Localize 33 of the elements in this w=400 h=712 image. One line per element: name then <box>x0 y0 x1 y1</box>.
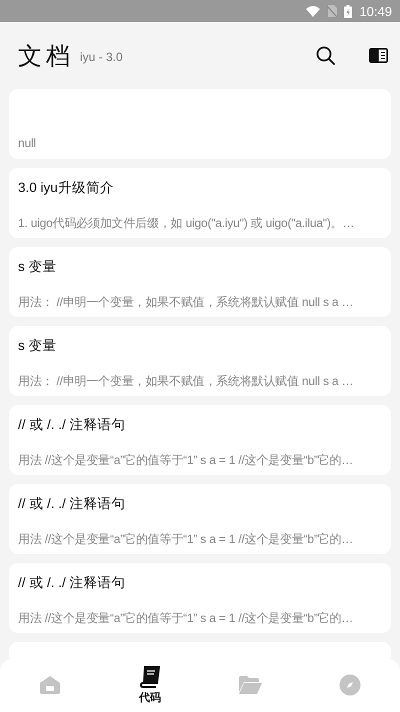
card-title: // 或 /. ./ 注释语句 <box>18 574 127 592</box>
no-sim-icon <box>327 5 338 17</box>
doc-card[interactable]: // 或 /. ./ 注释语句 用法 //这个是变量“a”它的值等于“1” s a = 1 //这个是变量“b”它的… <box>9 484 391 554</box>
doc-card[interactable]: s 变量 用法： //申明一个变量，如果不赋值，系统将默认赋值 null s a … <box>9 247 391 317</box>
battery-icon <box>344 4 352 18</box>
doc-card[interactable]: // 或 /. ./ 注释语句 用法 //这个是变量“a”它的值等于“1” s a = 1 //这个是变量“b”它的… <box>9 563 391 633</box>
wifi-icon <box>306 6 320 16</box>
card-title: 3.0 iyu升级简介 <box>18 179 115 197</box>
search-icon[interactable] <box>316 46 335 65</box>
doc-card[interactable]: // 或 /. ./ 注释语句 用法 //这个是变量“a”它的值等于“1” s a = 1 //这个是变量“b”它的… <box>9 405 391 475</box>
card-description: 1. uigo代码必须加文件后缀，如 uigo("a.iyu") 或 uigo("a.ilua")。… <box>18 215 356 232</box>
card-title: // 或 /. ./ 注释语句 <box>18 416 127 434</box>
page-subtitle: iyu - 3.0 <box>80 50 123 64</box>
card-description: 用法 //这个是变量“a”它的值等于“1” s a = 1 //这个是变量“b”它的… <box>18 531 354 548</box>
card-description: 用法： //申明一个变量，如果不赋值，系统将默认赋值 null s a … <box>18 294 354 311</box>
home-icon <box>39 675 61 695</box>
book-icon <box>140 666 160 688</box>
panel-icon[interactable] <box>369 48 388 63</box>
card-description: 用法 //这个是变量“a”它的值等于“1” s a = 1 //这个是变量“b”它的… <box>18 452 354 469</box>
doc-card[interactable]: null <box>9 89 391 159</box>
doc-card[interactable]: s 变量 用法： //申明一个变量，如果不赋值，系统将默认赋值 null s a … <box>9 326 391 396</box>
card-title: s 变量 <box>18 337 58 355</box>
compass-icon <box>339 674 361 696</box>
page-title: 文档 <box>18 42 74 72</box>
folder-icon <box>238 676 262 694</box>
status-time: 10:49 <box>359 4 392 18</box>
card-title: s 变量 <box>18 258 58 276</box>
card-title: // 或 /. ./ 注释语句 <box>18 495 127 513</box>
nav-tab[interactable]: 代码 <box>120 666 180 704</box>
card-description: 用法 //这个是变量“a”它的值等于“1” s a = 1 //这个是变量“b”它的… <box>18 610 354 627</box>
card-description: 用法： //申明一个变量，如果不赋值，系统将默认赋值 null s a … <box>18 373 354 390</box>
doc-card[interactable]: 3.0 iyu升级简介 1. uigo代码必须加文件后缀，如 uigo("a.iyu") 或 uigo("a.ilua")。… <box>9 168 391 238</box>
card-description: null <box>18 136 37 150</box>
